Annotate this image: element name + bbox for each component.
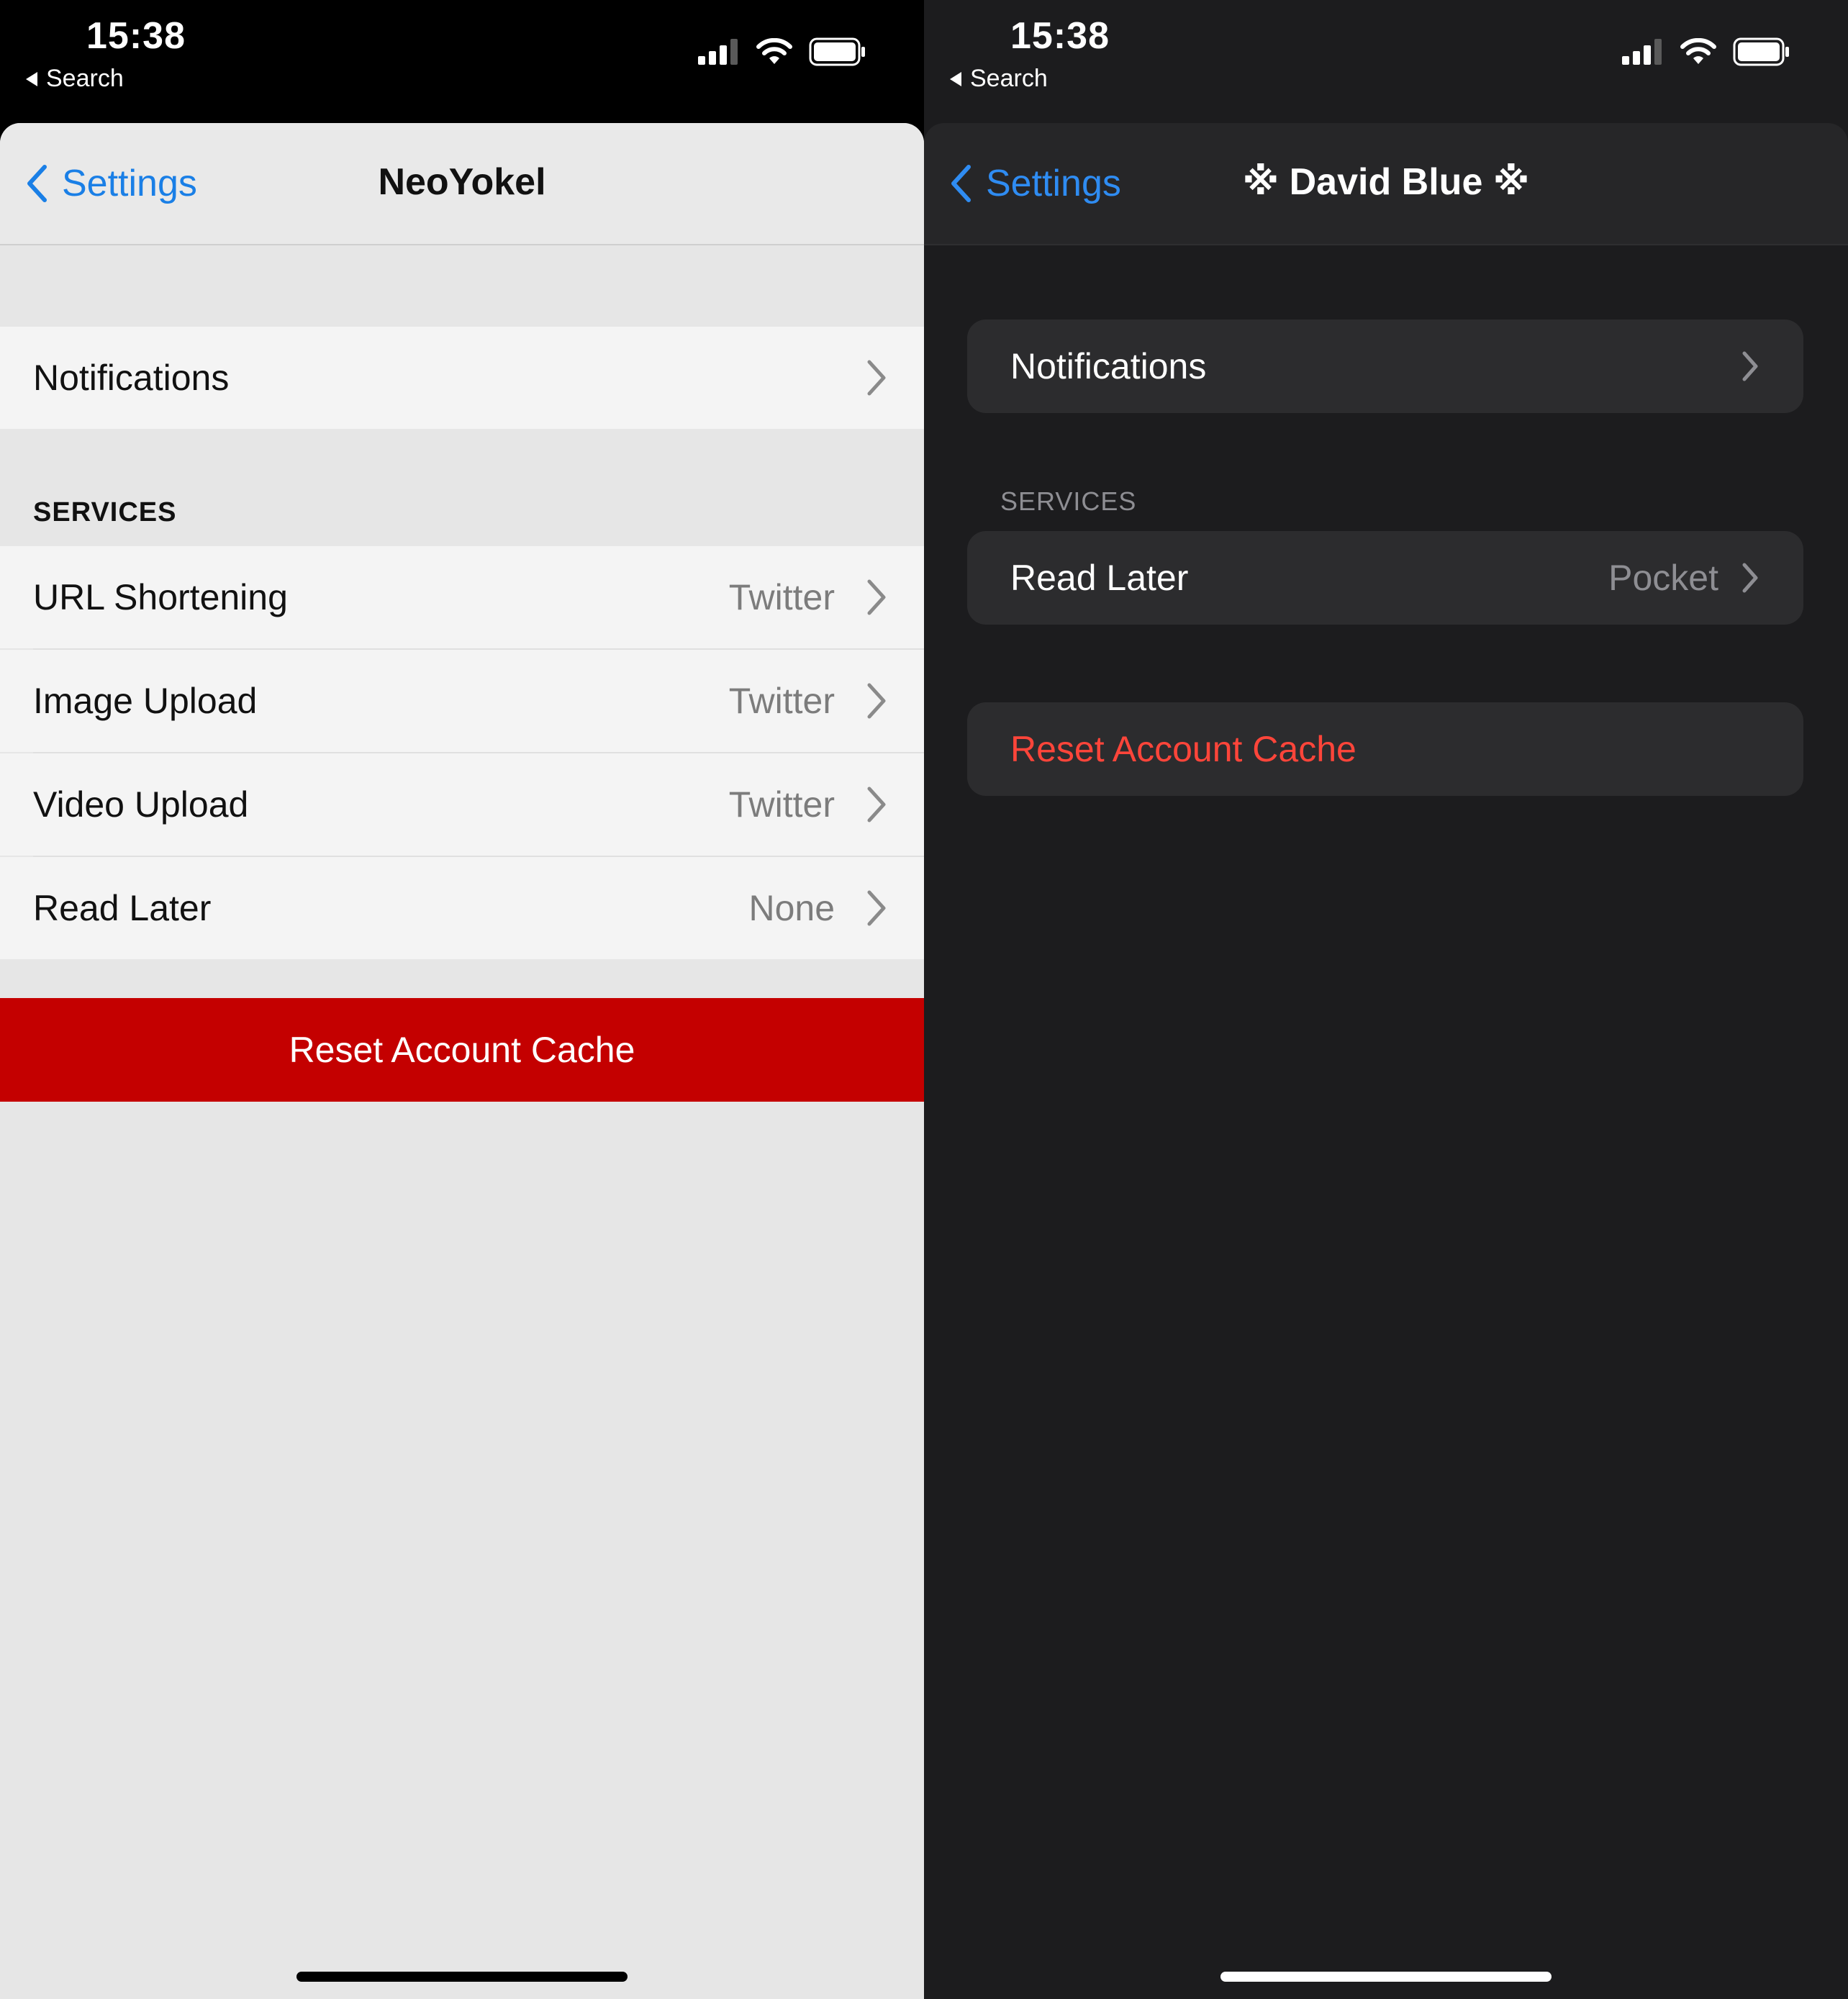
chevron-right-icon (867, 360, 886, 396)
status-icons (698, 37, 866, 66)
row-value: Twitter (728, 784, 835, 825)
wifi-icon (756, 38, 792, 64)
row-value: None (748, 888, 835, 928)
chevron-right-icon (867, 890, 886, 926)
status-time: 15:38 (86, 15, 186, 57)
battery-icon (1733, 37, 1789, 66)
status-time: 15:38 (1010, 15, 1110, 57)
image-upload-row[interactable]: Image Upload Twitter (0, 650, 924, 752)
url-shortening-row[interactable]: URL Shortening Twitter (0, 546, 924, 648)
chevron-right-icon (867, 683, 886, 719)
page-title: ※ David Blue ※ (1242, 161, 1530, 203)
notifications-row[interactable]: Notifications (967, 319, 1803, 413)
row-label: Image Upload (33, 681, 258, 721)
dark-screen: 15:38 Search Settings ※ David Blue ※ Not… (924, 0, 1848, 1999)
wifi-icon (1680, 38, 1716, 64)
back-app-label: Search (46, 65, 124, 92)
back-to-app-link[interactable]: Search (950, 65, 1048, 93)
settings-sheet: Settings ※ David Blue ※ Notifications SE… (924, 123, 1848, 1999)
cellular-signal-icon (698, 39, 738, 65)
chevron-right-icon (867, 787, 886, 822)
home-indicator (296, 1972, 628, 1982)
row-label: Video Upload (33, 784, 249, 825)
row-value: Twitter (728, 681, 835, 721)
light-screen: 15:38 Search Settings NeoYokel Notificat… (0, 0, 924, 1999)
home-indicator (1220, 1972, 1552, 1982)
nav-bar: Settings ※ David Blue ※ (924, 123, 1848, 245)
reset-account-cache-label: Reset Account Cache (1010, 729, 1356, 769)
settings-sheet: Settings NeoYokel Notifications SERVICES… (0, 123, 924, 1999)
back-triangle-icon (950, 71, 961, 86)
back-app-label: Search (970, 65, 1048, 92)
back-to-app-link[interactable]: Search (26, 65, 124, 93)
reset-account-cache-button[interactable]: Reset Account Cache (967, 702, 1803, 796)
chevron-right-icon (867, 579, 886, 615)
battery-icon (809, 37, 865, 66)
row-label: Read Later (33, 888, 212, 928)
reset-account-cache-button[interactable]: Reset Account Cache (0, 998, 924, 1102)
notifications-row[interactable]: Notifications (0, 327, 924, 429)
notifications-label: Notifications (33, 358, 230, 398)
chevron-right-icon (1742, 351, 1758, 381)
read-later-row[interactable]: Read Later None (0, 857, 924, 959)
notifications-label: Notifications (1010, 346, 1207, 386)
services-section-header: SERVICES (1000, 486, 1137, 516)
chevron-right-icon (1742, 563, 1758, 593)
cellular-signal-icon (1622, 39, 1662, 65)
back-triangle-icon (26, 71, 37, 86)
video-upload-row[interactable]: Video Upload Twitter (0, 753, 924, 856)
row-label: URL Shortening (33, 577, 288, 617)
nav-bar: Settings NeoYokel (0, 123, 924, 245)
row-label: Read Later (1010, 558, 1189, 598)
services-section-header: SERVICES (33, 497, 177, 527)
row-value: Twitter (728, 577, 835, 617)
read-later-row[interactable]: Read Later Pocket (967, 531, 1803, 625)
status-icons (1622, 37, 1790, 66)
page-title: NeoYokel (378, 161, 546, 203)
row-value: Pocket (1608, 558, 1718, 598)
